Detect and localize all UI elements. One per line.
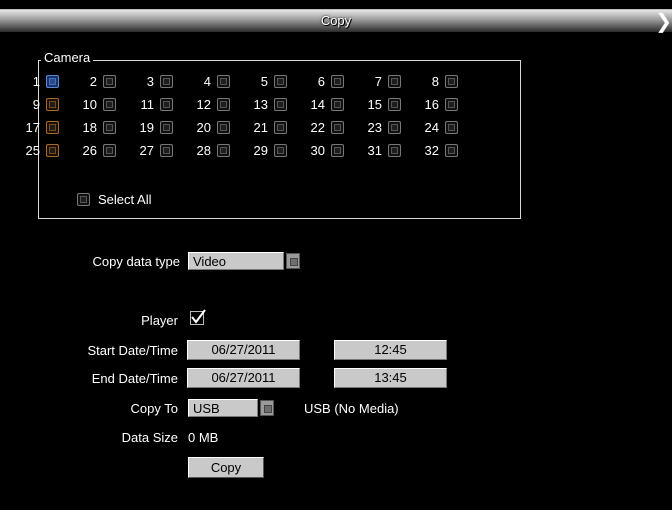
copy-data-type-select[interactable]: Video [188,252,284,270]
camera-channel-label: 29 [253,143,268,158]
camera-channel-label: 2 [89,74,97,89]
camera-channel-checkbox[interactable] [103,98,116,111]
close-icon[interactable]: ❯ [655,10,672,32]
copy-to-status: USB (No Media) [304,401,399,416]
camera-channel-checkbox[interactable] [46,121,59,134]
camera-channel-checkbox[interactable] [445,98,458,111]
player-checkbox[interactable] [190,309,206,325]
start-datetime-label: Start Date/Time [87,343,178,358]
camera-channel-checkbox[interactable] [103,121,116,134]
camera-channel-checkbox[interactable] [274,121,287,134]
camera-channel-label: 4 [203,74,211,89]
end-date-field[interactable]: 06/27/2011 [187,368,300,388]
copy-to-select[interactable]: USB [188,399,258,417]
camera-channel-label: 31 [367,143,382,158]
camera-channel-checkbox[interactable] [103,144,116,157]
copy-to-dropdown-icon[interactable] [260,400,274,416]
copy-data-type-label: Copy data type [92,254,180,269]
camera-channel-checkbox[interactable] [217,75,230,88]
camera-channel-checkbox[interactable] [331,121,344,134]
camera-channel-label: 14 [310,97,325,112]
camera-channel-label: 24 [424,120,439,135]
camera-channel-label: 15 [367,97,382,112]
camera-channel-checkbox[interactable] [388,144,401,157]
camera-channel-checkbox[interactable] [445,144,458,157]
end-time-field[interactable]: 13:45 [334,368,447,388]
select-all-label: Select All [98,192,152,207]
camera-channel-checkbox[interactable] [217,98,230,111]
camera-channel-checkbox[interactable] [46,75,59,88]
camera-channel-checkbox[interactable] [103,75,116,88]
player-label: Player [141,313,178,328]
start-time-field[interactable]: 12:45 [334,340,447,360]
camera-channel-label: 19 [139,120,154,135]
camera-channel-label: 1 [32,74,40,89]
camera-channel-label: 3 [146,74,154,89]
camera-channel-label: 7 [374,74,382,89]
copy-button[interactable]: Copy [188,457,264,478]
camera-channel-label: 8 [431,74,439,89]
camera-channel-checkbox[interactable] [217,121,230,134]
camera-channel-label: 5 [260,74,268,89]
camera-channel-checkbox[interactable] [46,144,59,157]
camera-channel-checkbox[interactable] [274,98,287,111]
camera-channel-checkbox[interactable] [274,144,287,157]
camera-channel-checkbox[interactable] [388,121,401,134]
camera-channel-checkbox[interactable] [331,75,344,88]
camera-channel-checkbox[interactable] [274,75,287,88]
camera-channel-checkbox[interactable] [331,98,344,111]
camera-channel-label: 13 [253,97,268,112]
camera-channel-label: 18 [82,120,97,135]
camera-channel-checkbox[interactable] [388,98,401,111]
camera-channel-label: 11 [140,97,155,112]
camera-channel-label: 20 [196,120,211,135]
camera-legend: Camera [41,50,94,66]
copy-data-type-dropdown-icon[interactable] [286,253,300,269]
camera-channel-label: 22 [310,120,325,135]
camera-channel-checkbox[interactable] [445,75,458,88]
camera-channel-label: 6 [317,74,325,89]
camera-channel-label: 21 [253,120,268,135]
camera-channel-checkbox[interactable] [46,98,59,111]
select-all-checkbox[interactable] [77,193,90,206]
camera-channel-label: 17 [25,120,40,135]
camera-channel-checkbox[interactable] [388,75,401,88]
camera-channel-checkbox[interactable] [445,121,458,134]
camera-channel-label: 30 [310,143,325,158]
camera-channel-label: 10 [82,97,97,112]
camera-channel-checkbox[interactable] [160,144,173,157]
camera-channel-checkbox[interactable] [160,121,173,134]
camera-channel-label: 27 [139,143,154,158]
camera-channel-label: 25 [25,143,40,158]
copy-to-label: Copy To [130,401,178,416]
end-datetime-label: End Date/Time [91,371,178,386]
camera-channel-label: 28 [196,143,211,158]
camera-channel-label: 12 [196,97,211,112]
camera-channel-label: 23 [367,120,382,135]
camera-channel-checkbox[interactable] [160,98,173,111]
camera-channel-label: 26 [82,143,97,158]
title-bar: Copy ❯ [0,9,672,32]
data-size-label: Data Size [121,430,178,445]
camera-channel-checkbox[interactable] [217,144,230,157]
camera-channel-checkbox[interactable] [331,144,344,157]
camera-channel-label: 16 [424,97,439,112]
data-size-value: 0 MB [188,430,219,445]
window-title: Copy [320,13,352,28]
camera-channel-label: 9 [32,97,40,112]
camera-channel-label: 32 [424,143,439,158]
start-date-field[interactable]: 06/27/2011 [187,340,300,360]
camera-channel-checkbox[interactable] [160,75,173,88]
